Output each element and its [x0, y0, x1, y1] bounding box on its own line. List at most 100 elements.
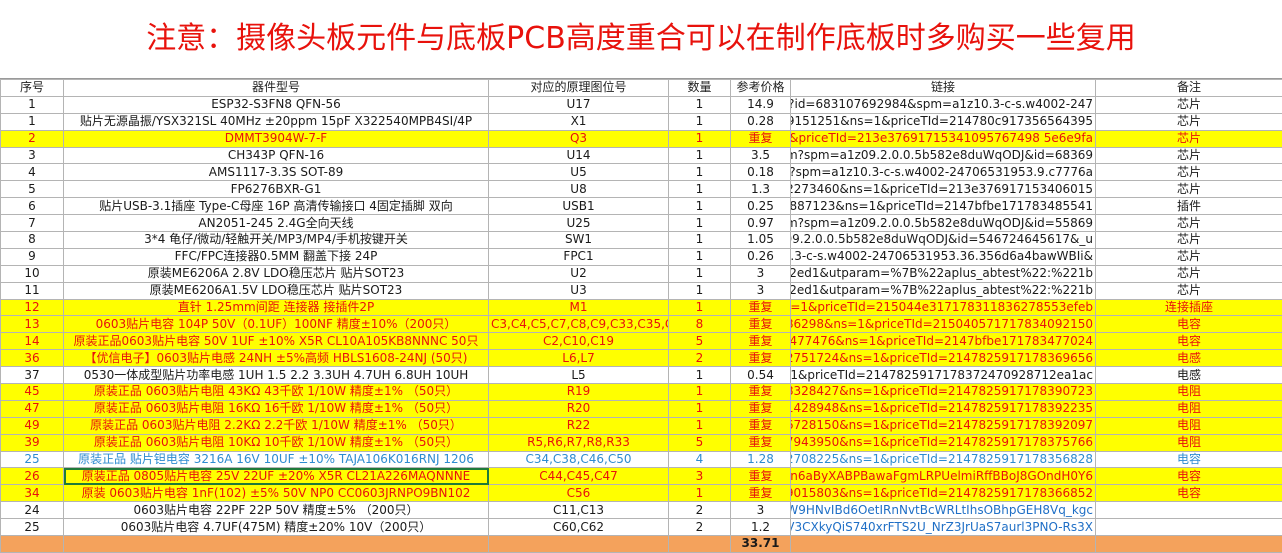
- cell-model[interactable]: 直针 1.25mm间距 连接器 接插件2P: [64, 299, 489, 316]
- link-text[interactable]: n.htm?spm=a1z10.3-c-s.w4002-24706531953.…: [791, 165, 1094, 179]
- cell-no[interactable]: 34: [1, 485, 64, 502]
- cell-qty[interactable]: 1: [669, 384, 731, 401]
- cell-ref[interactable]: U2: [489, 265, 669, 282]
- cell-note[interactable]: 电容: [1096, 485, 1282, 502]
- cell-model[interactable]: 3*4 龟仔/微动/轻触开关/MP3/MP4/手机按键开关: [64, 232, 489, 249]
- cell-ref[interactable]: R22: [489, 417, 669, 434]
- cell-no[interactable]: 37: [1, 367, 64, 384]
- cell-ref[interactable]: Q3: [489, 130, 669, 147]
- link-text[interactable]: 4702751724&ns=1&priceTId=214782591717836…: [791, 351, 1094, 365]
- cell-link[interactable]: 6149015803&ns=1&priceTId=214782591717836…: [791, 485, 1096, 502]
- cell-price[interactable]: 0.54: [731, 367, 791, 384]
- link-text[interactable]: 826728150&ns=1&priceTId=2147825917178392…: [791, 418, 1094, 432]
- cell-no[interactable]: 14: [1, 333, 64, 350]
- cell-link[interactable]: &ns=1&priceTId=2147825917178372470928712…: [791, 367, 1096, 384]
- cell-no[interactable]: 1: [1, 113, 64, 130]
- cell-link[interactable]: a1z09.2.0.0.5b582e8duWqODJ&id=5467246456…: [791, 232, 1096, 249]
- cell-ref[interactable]: U25: [489, 215, 669, 232]
- cell-link[interactable]: n.htm?spm=a1z09.2.0.0.5b582e8duWqODJ&id=…: [791, 147, 1096, 164]
- cell-no[interactable]: 3: [1, 147, 64, 164]
- cell-price[interactable]: 0.25: [731, 198, 791, 215]
- link-text[interactable]: 6149015803&ns=1&priceTId=214782591717836…: [791, 486, 1094, 500]
- cell-no[interactable]: 5: [1, 181, 64, 198]
- cell-qty[interactable]: 1: [669, 367, 731, 384]
- cell-note[interactable]: 芯片: [1096, 113, 1282, 130]
- cell-price[interactable]: 重复: [731, 468, 791, 485]
- link-text[interactable]: n.htm?spm=a1z09.2.0.0.5b582e8duWqODJ&id=…: [791, 148, 1094, 162]
- cell-no[interactable]: 39: [1, 434, 64, 451]
- cell-link[interactable]: 36683e2ed1&utparam=%7B%22aplus_abtest%22…: [791, 265, 1096, 282]
- cell-price[interactable]: 1.2: [731, 519, 791, 536]
- cell-qty[interactable]: 1: [669, 299, 731, 316]
- cell-qty[interactable]: 1: [669, 198, 731, 215]
- cell-no[interactable]: 26: [1, 468, 64, 485]
- cell-link[interactable]: 3090887123&ns=1&priceTId=2147bfbe1717834…: [791, 198, 1096, 215]
- cell-qty[interactable]: 2: [669, 350, 731, 367]
- cell-qty[interactable]: 1: [669, 485, 731, 502]
- cell-price[interactable]: 14.9: [731, 96, 791, 113]
- cell-qty[interactable]: 1: [669, 417, 731, 434]
- header-ref[interactable]: 对应的原理图位号: [489, 80, 669, 97]
- cell-ref[interactable]: U14: [489, 147, 669, 164]
- link-text[interactable]: 777943950&ns=1&priceTId=2147825917178375…: [791, 435, 1094, 449]
- link-text[interactable]: a1z10.3-c-s.w4002-24706531953.36.356d6a4…: [791, 249, 1094, 263]
- cell-model[interactable]: FFC/FPC连接器0.5MM 翻盖下接 24P: [64, 248, 489, 265]
- cell-model[interactable]: 原装正品 贴片钽电容 3216A 16V 10UF ±10% TAJA106K0…: [64, 451, 489, 468]
- cell-no[interactable]: 25: [1, 451, 64, 468]
- cell-link[interactable]: 7706477476&ns=1&priceTId=2147bfbe1717834…: [791, 333, 1096, 350]
- cell-model[interactable]: ESP32-S3FN8 QFN-56: [64, 96, 489, 113]
- cell-model[interactable]: 原装 0603贴片电容 1nF(102) ±5% 50V NP0 CC0603J…: [64, 485, 489, 502]
- cell-no[interactable]: 6: [1, 198, 64, 215]
- cell-model[interactable]: 0603贴片电容 22PF 22P 50V 精度±5% （200只）: [64, 502, 489, 519]
- cell-price[interactable]: 0.18: [731, 164, 791, 181]
- cell-price[interactable]: 0.26: [731, 248, 791, 265]
- cell-price[interactable]: 重复: [731, 299, 791, 316]
- cell-link[interactable]: a1z10.3-c-s.w4002-24706531953.36.356d6a4…: [791, 248, 1096, 265]
- cell-note[interactable]: 电容: [1096, 316, 1282, 333]
- cell-model[interactable]: 原装ME6206A 2.8V LDO稳压芯片 贴片SOT23: [64, 265, 489, 282]
- cell-qty[interactable]: 1: [669, 164, 731, 181]
- cell-model[interactable]: AMS1117-3.3S SOT-89: [64, 164, 489, 181]
- link-text[interactable]: &ns=1&priceTId=213e37691715341095767498 …: [791, 131, 1094, 145]
- cell-note[interactable]: 芯片: [1096, 282, 1282, 299]
- cell-price[interactable]: 重复: [731, 400, 791, 417]
- cell-no[interactable]: 13: [1, 316, 64, 333]
- cell-link[interactable]: n.htm?spm=a1z10.3-c-s.w4002-24706531953.…: [791, 164, 1096, 181]
- cell-ref[interactable]: M1: [489, 299, 669, 316]
- cell-link[interactable]: 4052273460&ns=1&priceTId=213e37691715340…: [791, 181, 1096, 198]
- cell-link[interactable]: 898328427&ns=1&priceTId=2147825917178390…: [791, 384, 1096, 401]
- cell-ref[interactable]: U5: [489, 164, 669, 181]
- header-link[interactable]: 链接: [791, 80, 1096, 97]
- cell-no[interactable]: 9: [1, 248, 64, 265]
- cell-qty[interactable]: 1: [669, 130, 731, 147]
- cell-link[interactable]: 36683e2ed1&utparam=%7B%22aplus_abtest%22…: [791, 282, 1096, 299]
- cell-price[interactable]: 3: [731, 265, 791, 282]
- cell-note[interactable]: 芯片: [1096, 215, 1282, 232]
- cell-ref[interactable]: L6,L7: [489, 350, 669, 367]
- link-text[interactable]: 3Ehn6aByXABPBawaFgmLRPUelmiRffBBoJ8GOndH…: [791, 469, 1094, 483]
- cell-price[interactable]: 重复: [731, 384, 791, 401]
- cell-ref[interactable]: X1: [489, 113, 669, 130]
- cell-qty[interactable]: 2: [669, 519, 731, 536]
- cell-ref[interactable]: C60,C62: [489, 519, 669, 536]
- cell-note[interactable]: 电阻: [1096, 417, 1282, 434]
- cell-model[interactable]: CH343P QFN-16: [64, 147, 489, 164]
- cell-no[interactable]: 49: [1, 417, 64, 434]
- cell-price[interactable]: 重复: [731, 350, 791, 367]
- cell-price[interactable]: 重复: [731, 316, 791, 333]
- cell-model[interactable]: 贴片USB-3.1插座 Type-C母座 16P 高清传输接口 4固定插脚 双向: [64, 198, 489, 215]
- header-note[interactable]: 备注: [1096, 80, 1282, 97]
- cell-note[interactable]: 电感: [1096, 350, 1282, 367]
- cell-qty[interactable]: 1: [669, 215, 731, 232]
- link-text[interactable]: n.htm?spm=a1z09.2.0.0.5b582e8duWqODJ&id=…: [791, 216, 1094, 230]
- cell-price[interactable]: 重复: [731, 130, 791, 147]
- cell-qty[interactable]: 8: [669, 316, 731, 333]
- cell-ref[interactable]: R5,R6,R7,R8,R33: [489, 434, 669, 451]
- cell-price[interactable]: 0.28: [731, 113, 791, 130]
- cell-price[interactable]: 1.3: [731, 181, 791, 198]
- cell-price[interactable]: 1.05: [731, 232, 791, 249]
- cell-ref[interactable]: SW1: [489, 232, 669, 249]
- cell-note[interactable]: 电阻: [1096, 434, 1282, 451]
- cell-model[interactable]: FP6276BXR-G1: [64, 181, 489, 198]
- link-text[interactable]: 4&ns=1&priceTId=215044e31717831183627855…: [791, 300, 1094, 314]
